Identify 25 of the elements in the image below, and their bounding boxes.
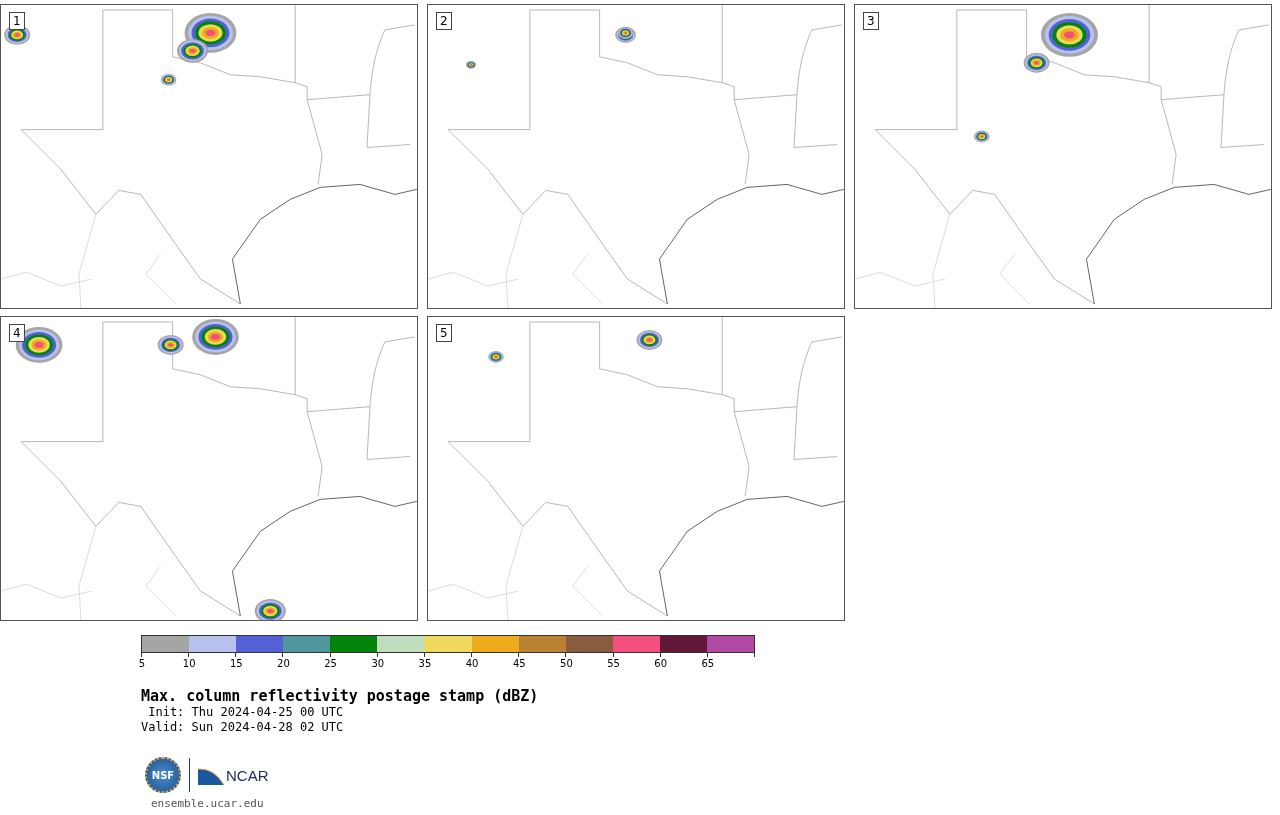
tick-label: 35 [418, 658, 432, 669]
tick-label: 50 [560, 658, 573, 669]
tick-label: 10 [182, 658, 196, 669]
panel-number: 4 [9, 324, 25, 342]
website-text: ensemble.ucar.edu [151, 797, 265, 810]
chart-title: Max. column reflectivity postage stamp (dBZ) [141, 687, 540, 705]
tick-label: 20 [277, 658, 290, 669]
tick-label: 40 [465, 658, 479, 669]
tick-label: 60 [654, 658, 668, 669]
ncar-logo: NCAR [226, 766, 269, 784]
panel-number: 3 [863, 12, 879, 30]
valid-time: Valid: Sun 2024-04-28 02 UTC [141, 720, 345, 735]
init-time: Init: Thu 2024-04-25 00 UTC [147, 705, 345, 720]
panel-number: 5 [436, 324, 452, 342]
tick-label: 15 [229, 658, 243, 669]
panel-number: 1 [9, 12, 25, 30]
tick-label: 25 [324, 658, 337, 669]
tick-label: 65 [701, 658, 715, 669]
tick-label: 5 [138, 658, 146, 669]
swoosh-icon [198, 765, 224, 785]
nsf-logo: NSF [145, 757, 181, 793]
tick-label: 45 [512, 658, 526, 669]
tick-label: 30 [371, 658, 385, 669]
tick-label: 55 [607, 658, 620, 669]
panel-number: 2 [436, 12, 452, 30]
